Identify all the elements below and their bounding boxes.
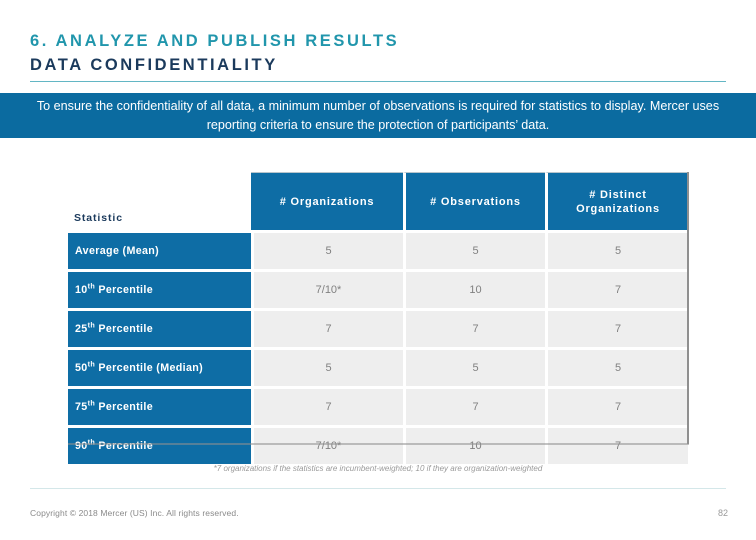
- column-header-organizations: # Organizations: [251, 172, 403, 230]
- column-header-distinct-line2: Organizations: [576, 202, 660, 215]
- confidentiality-table-wrapper: Statistic # Organizations # Observations…: [68, 172, 688, 464]
- row-label-text: Average (Mean): [75, 245, 160, 257]
- row-label-tail: Percentile: [95, 401, 153, 413]
- cell-distinct-organizations: 5: [545, 347, 688, 386]
- info-banner: To ensure the confidentiality of all dat…: [0, 93, 756, 138]
- cell-organizations: 7: [251, 308, 403, 347]
- table-row: 25th Percentile 7 7 7: [68, 308, 688, 347]
- cell-organizations: 7: [251, 386, 403, 425]
- cell-organizations: 5: [251, 230, 403, 269]
- cell-distinct-organizations: 7: [545, 269, 688, 308]
- row-label-statistic: 50th Percentile (Median): [68, 347, 251, 386]
- info-banner-text: To ensure the confidentiality of all dat…: [36, 98, 720, 132]
- column-header-observations: # Observations: [403, 172, 545, 230]
- cell-observations: 10: [403, 269, 545, 308]
- column-header-statistic: Statistic: [68, 172, 251, 230]
- footer-divider: [30, 488, 726, 489]
- row-label-text: 90: [75, 440, 88, 452]
- cell-observations: 7: [403, 308, 545, 347]
- table-edge-shadow-right: [687, 172, 689, 444]
- table-row: 50th Percentile (Median) 5 5 5: [68, 347, 688, 386]
- slide-title-block: 6. ANALYZE AND PUBLISH RESULTS DATA CONF…: [30, 30, 726, 82]
- table-body: Average (Mean) 5 5 5 10th Percentile 7/10* 10 7…: [68, 230, 688, 464]
- row-label-text: 25: [75, 323, 88, 335]
- page-title-line-1: 6. ANALYZE AND PUBLISH RESULTS: [30, 32, 400, 50]
- cell-observations: 5: [403, 230, 545, 269]
- row-label-statistic: Average (Mean): [68, 230, 251, 269]
- row-label-statistic: 75th Percentile: [68, 386, 251, 425]
- title-divider: [30, 81, 726, 82]
- row-label-ordinal-suffix: th: [87, 359, 96, 369]
- row-label-text: 75: [75, 401, 88, 413]
- cell-organizations: 5: [251, 347, 403, 386]
- table-row: Average (Mean) 5 5 5: [68, 230, 688, 269]
- footer-page-number: 82: [717, 508, 728, 518]
- row-label-statistic: 10th Percentile: [68, 269, 251, 308]
- row-label-tail: Percentile: [95, 323, 153, 335]
- row-label-ordinal-suffix: th: [87, 320, 96, 330]
- row-label-tail: Percentile: [95, 440, 153, 452]
- cell-distinct-organizations: 7: [545, 386, 688, 425]
- cell-distinct-organizations: 7: [545, 308, 688, 347]
- table-footnote: *7 organizations if the statistics are i…: [213, 464, 543, 473]
- cell-distinct-organizations: 5: [545, 230, 688, 269]
- table-row: 75th Percentile 7 7 7: [68, 386, 688, 425]
- cell-observations: 7: [403, 386, 545, 425]
- row-label-ordinal-suffix: th: [87, 398, 96, 408]
- row-label-tail: Percentile: [95, 284, 153, 296]
- row-label-tail: Percentile (Median): [95, 362, 204, 374]
- table-header: Statistic # Organizations # Observations…: [68, 172, 688, 230]
- table-row: 10th Percentile 7/10* 10 7: [68, 269, 688, 308]
- cell-organizations: 7/10*: [251, 269, 403, 308]
- row-label-statistic: 25th Percentile: [68, 308, 251, 347]
- cell-observations: 5: [403, 347, 545, 386]
- row-label-text: 10: [75, 284, 88, 296]
- column-header-distinct-organizations: # Distinct Organizations: [545, 172, 688, 230]
- page-title-line-2: DATA CONFIDENTIALITY: [30, 56, 278, 74]
- table-edge-shadow-bottom: [68, 443, 689, 445]
- table-header-row: Statistic # Organizations # Observations…: [68, 172, 688, 230]
- row-label-text: 50: [75, 362, 88, 374]
- row-label-ordinal-suffix: th: [87, 437, 96, 447]
- row-label-ordinal-suffix: th: [87, 281, 96, 291]
- footer-copyright: Copyright © 2018 Mercer (US) Inc. All ri…: [30, 508, 239, 518]
- confidentiality-table: Statistic # Organizations # Observations…: [68, 172, 688, 464]
- column-header-distinct-line1: # Distinct: [589, 188, 647, 201]
